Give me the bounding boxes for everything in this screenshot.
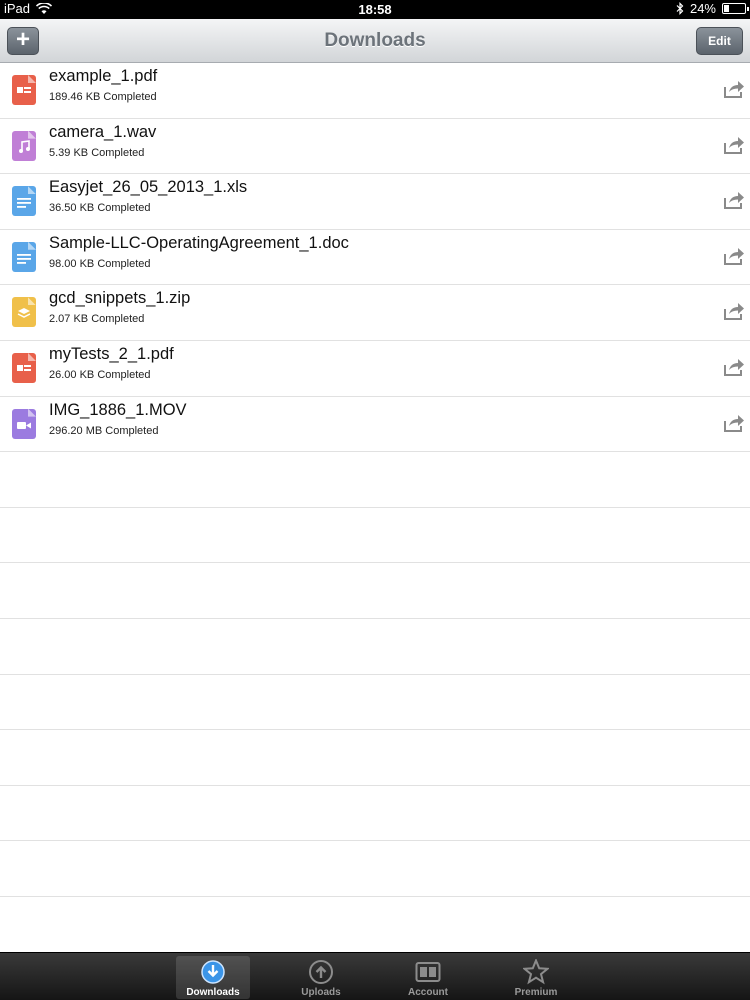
- archive-file-icon: [12, 297, 36, 328]
- status-right: 24%: [676, 1, 749, 16]
- tab-label: Uploads: [301, 987, 341, 998]
- list-item[interactable]: myTests_2_1.pdf 26.00 KB Completed: [0, 341, 750, 397]
- video-file-icon: [12, 408, 36, 439]
- list-item[interactable]: Easyjet_26_05_2013_1.xls 36.50 KB Complet…: [0, 174, 750, 230]
- list-item[interactable]: IMG_1886_1.MOV 296.20 MB Completed: [0, 397, 750, 453]
- audio-file-icon: [12, 130, 36, 161]
- tab-label: Downloads: [186, 987, 240, 998]
- file-status: 98.00 KB Completed: [49, 257, 151, 270]
- empty-row: [0, 786, 750, 842]
- empty-row: [0, 619, 750, 675]
- tab-account[interactable]: Account: [391, 956, 465, 999]
- share-icon[interactable]: [722, 356, 746, 378]
- file-name: Sample-LLC-OperatingAgreement_1.doc: [49, 233, 349, 252]
- empty-row: [0, 841, 750, 897]
- share-icon[interactable]: [722, 300, 746, 322]
- empty-row: [0, 563, 750, 619]
- tab-uploads[interactable]: Uploads: [284, 956, 358, 999]
- nav-bar: + Downloads Edit: [0, 19, 750, 63]
- file-status: 2.07 KB Completed: [49, 313, 145, 326]
- tab-bar: Downloads Uploads Account Premium: [0, 952, 750, 1000]
- list-item[interactable]: camera_1.wav 5.39 KB Completed: [0, 119, 750, 175]
- battery-percent: 24%: [689, 1, 716, 16]
- empty-row: [0, 730, 750, 786]
- share-icon[interactable]: [722, 134, 746, 156]
- file-name: myTests_2_1.pdf: [49, 344, 174, 363]
- share-icon[interactable]: [722, 189, 746, 211]
- pdf-file-icon: [12, 75, 36, 105]
- file-status: 189.46 KB Completed: [49, 91, 157, 103]
- star-icon: [521, 957, 551, 985]
- bluetooth-icon: [676, 2, 684, 15]
- share-icon[interactable]: [722, 245, 746, 267]
- file-status: 5.39 KB Completed: [49, 146, 145, 159]
- share-icon[interactable]: [722, 78, 746, 100]
- downloads-list: example_1.pdf 189.46 KB Completed camera_1…: [0, 63, 750, 953]
- list-item[interactable]: example_1.pdf 189.46 KB Completed: [0, 63, 750, 119]
- document-file-icon: [12, 186, 36, 217]
- file-name: gcd_snippets_1.zip: [49, 289, 191, 308]
- battery-fill: [724, 5, 729, 12]
- tab-label: Premium: [514, 987, 558, 998]
- empty-row: [0, 508, 750, 564]
- list-item[interactable]: Sample-LLC-OperatingAgreement_1.doc 98.00…: [0, 230, 750, 286]
- document-file-icon: [12, 241, 36, 272]
- file-name: camera_1.wav: [49, 122, 157, 141]
- download-icon: [200, 959, 226, 985]
- tab-label: Account: [408, 987, 448, 998]
- file-status: 36.50 KB Completed: [49, 202, 151, 215]
- file-name: example_1.pdf: [49, 67, 158, 85]
- edit-button[interactable]: Edit: [696, 27, 743, 55]
- page-title: Downloads: [324, 30, 426, 51]
- tab-downloads[interactable]: Downloads: [176, 956, 250, 999]
- share-icon[interactable]: [722, 412, 746, 434]
- upload-icon: [308, 959, 334, 985]
- status-bar: iPad 18:58 24%: [0, 0, 750, 19]
- battery-icon: [722, 3, 749, 14]
- status-time: 18:58: [358, 2, 392, 17]
- file-name: Easyjet_26_05_2013_1.xls: [49, 178, 248, 197]
- empty-row: [0, 675, 750, 731]
- file-status: 296.20 MB Completed: [49, 424, 159, 437]
- empty-row: [0, 897, 750, 953]
- file-status: 26.00 KB Completed: [49, 368, 151, 381]
- empty-row: [0, 452, 750, 508]
- file-name: IMG_1886_1.MOV: [49, 400, 187, 419]
- list-item[interactable]: gcd_snippets_1.zip 2.07 KB Completed: [0, 285, 750, 341]
- tab-premium[interactable]: Premium: [499, 956, 573, 999]
- pdf-file-icon: [12, 352, 36, 383]
- account-icon: [415, 959, 441, 985]
